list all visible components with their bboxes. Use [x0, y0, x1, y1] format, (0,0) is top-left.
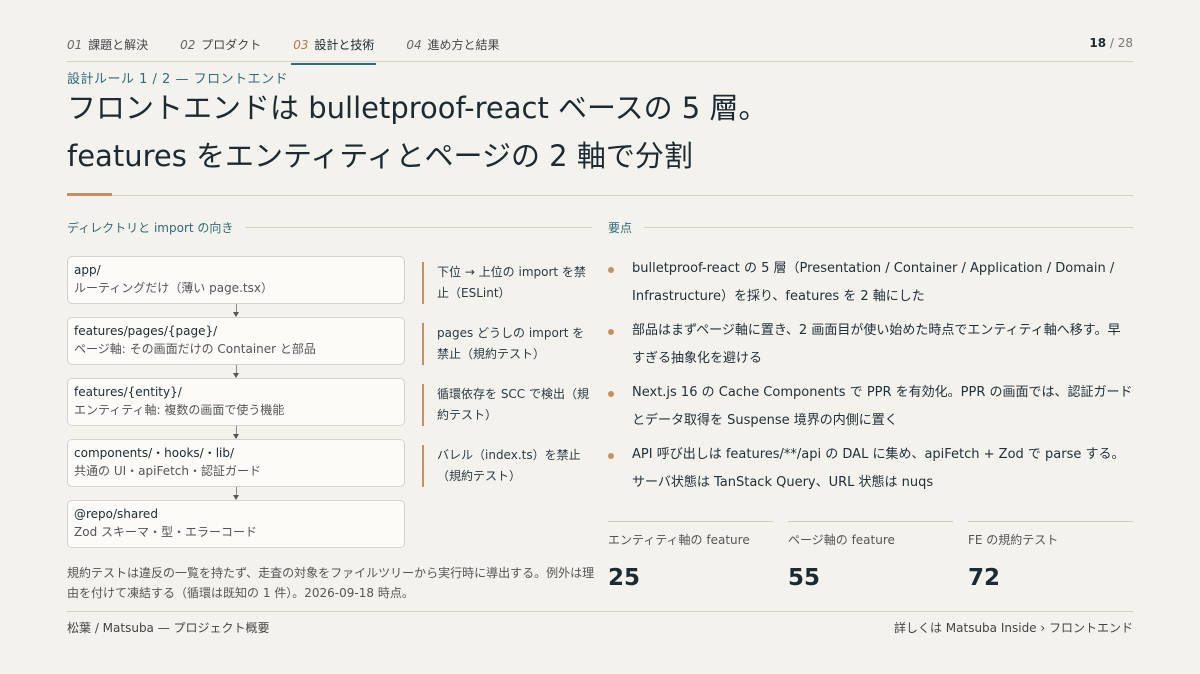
left-heading-text: ディレクトリと import の向き — [67, 221, 234, 235]
layer-path: components/・hooks/・lib/ — [74, 446, 235, 460]
title-divider — [112, 195, 1133, 196]
nav-tab-number: 04 — [406, 38, 422, 52]
layer-path: @repo/shared — [74, 507, 158, 521]
stat-label: FE の規約テスト — [968, 533, 1059, 547]
title-line-2: features をエンティティとページの 2 軸で分割 — [67, 139, 693, 173]
key-point: 部品はまずページ軸に置き、2 画面目が使い始めた時点でエンティティ軸へ移す。早す… — [608, 317, 1133, 373]
import-arrow — [233, 304, 239, 317]
layer-path: features/pages/{page}/ — [74, 324, 218, 338]
layer-desc: 共通の UI・apiFetch・認証ガード — [74, 464, 261, 478]
page-total: 28 — [1117, 36, 1133, 50]
nav-tab-number: 01 — [67, 38, 83, 52]
right-heading-text: 要点 — [608, 221, 633, 235]
nav-tab-label: プロダクト — [201, 38, 262, 52]
nav-tab-number: 02 — [180, 38, 196, 52]
page-separator: / — [1106, 36, 1118, 50]
layer-desc: ページ軸: その画面だけの Container と部品 — [74, 342, 316, 356]
key-point: API 呼び出しは features/**/api の DAL に集め、apiF… — [608, 441, 1133, 497]
layer-path: features/{entity}/ — [74, 385, 182, 399]
left-section-heading: ディレクトリと import の向き — [67, 219, 592, 236]
rule-note-3: 循環依存を SCC で検出（規約テスト） — [422, 384, 590, 426]
key-point: bulletproof-react の 5 層（Presentation / C… — [608, 255, 1133, 311]
title-accent-bar — [67, 193, 112, 196]
nav-tab-label: 課題と解決 — [88, 38, 149, 52]
convention-test-note: 規約テストは違反の一覧を持たず、走査の対象をファイルツリーから実行時に導出する。… — [67, 566, 595, 600]
key-points-list: bulletproof-react の 5 層（Presentation / C… — [608, 255, 1133, 503]
page-counter: 18 / 28 — [1089, 36, 1133, 50]
slide-title: フロントエンドは bulletproof-react ベースの 5 層。 fea… — [67, 84, 1147, 180]
title-line-1: フロントエンドは bulletproof-react ベースの 5 層。 — [67, 91, 768, 125]
layer-desc: エンティティ軸: 複数の画面で使う機能 — [74, 403, 285, 417]
layer-path: app/ — [74, 263, 101, 277]
rule-note-1: 下位 → 上位の import を禁止（ESLint） — [422, 262, 590, 304]
stat-value: 25 — [608, 565, 641, 591]
layer-desc: ルーティングだけ（薄い page.tsx） — [74, 281, 273, 295]
nav-tab-number: 03 — [293, 38, 309, 52]
import-arrow — [233, 426, 239, 439]
stat-entity-features: エンティティ軸の feature 25 — [608, 521, 773, 591]
layer-desc: Zod スキーマ・型・エラーコード — [74, 525, 257, 539]
nav-tab-label: 進め方と結果 — [427, 38, 500, 52]
stat-label: ページ軸の feature — [788, 533, 895, 547]
heading-rule — [644, 227, 1133, 228]
rule-note-2: pages どうしの import を禁止（規約テスト） — [422, 323, 590, 365]
layer-box-entity: features/{entity}/ エンティティ軸: 複数の画面で使う機能 — [67, 378, 405, 426]
rule-note-4: バレル（index.ts）を禁止（規約テスト） — [422, 445, 590, 487]
layer-box-pages: features/pages/{page}/ ページ軸: その画面だけの Con… — [67, 317, 405, 365]
stat-label: エンティティ軸の feature — [608, 533, 750, 547]
nav-tab-label: 設計と技術 — [314, 38, 375, 52]
footer-credit: 松葉 / Matsuba — プロジェクト概要 — [67, 621, 270, 635]
import-arrow — [233, 365, 239, 378]
page-current: 18 — [1089, 36, 1107, 50]
import-arrow — [233, 487, 239, 500]
layer-box-shared: @repo/shared Zod スキーマ・型・エラーコード — [67, 500, 405, 548]
heading-rule — [245, 227, 592, 228]
top-divider — [67, 61, 1133, 62]
key-point: Next.js 16 の Cache Components で PPR を有効化… — [608, 379, 1133, 435]
layer-box-common: components/・hooks/・lib/ 共通の UI・apiFetch・… — [67, 439, 405, 487]
stat-value: 55 — [788, 565, 821, 591]
stat-fe-tests: FE の規約テスト 72 — [968, 521, 1133, 591]
footer-more-link[interactable]: 詳しくは Matsuba Inside › フロントエンド — [894, 619, 1133, 636]
stat-value: 72 — [968, 565, 1001, 591]
right-section-heading: 要点 — [608, 219, 1133, 236]
footer-divider — [67, 611, 1133, 612]
stat-page-features: ページ軸の feature 55 — [788, 521, 953, 591]
layer-box-app: app/ ルーティングだけ（薄い page.tsx） — [67, 256, 405, 304]
